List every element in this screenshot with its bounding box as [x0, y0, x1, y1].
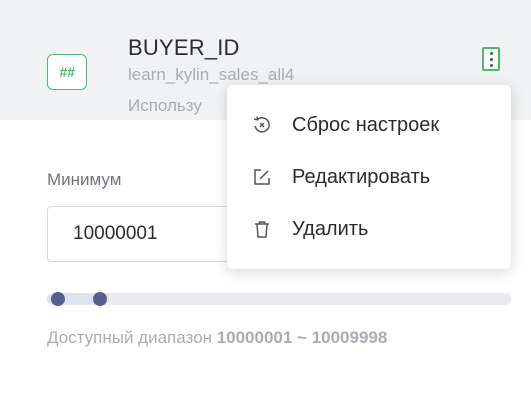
- range-handle-max[interactable]: [93, 292, 107, 306]
- field-name: BUYER_ID: [128, 35, 240, 60]
- trash-icon: [252, 219, 272, 239]
- range-slider-track[interactable]: [47, 292, 511, 306]
- range-handle-min[interactable]: [51, 292, 65, 306]
- field-usage-text: Использу: [128, 96, 202, 115]
- numeric-type-badge: ##: [47, 54, 87, 90]
- more-options-button[interactable]: [482, 47, 500, 71]
- menu-item-label: Редактировать: [292, 165, 431, 188]
- menu-item-reset[interactable]: Сброс настроек: [227, 99, 511, 151]
- edit-icon: [252, 167, 272, 187]
- menu-item-delete[interactable]: Удалить: [227, 203, 511, 255]
- available-range: Доступный диапазон 10000001 ~ 10009998: [47, 325, 467, 351]
- minimum-label: Минимум: [47, 170, 122, 189]
- menu-item-label: Сброс настроек: [292, 113, 440, 136]
- available-range-value: 10000001 ~ 10009998: [216, 328, 388, 347]
- more-dot-icon: [489, 57, 493, 61]
- filter-panel: ## BUYER_ID learn_kylin_sales_all4 Испол…: [0, 0, 531, 397]
- field-source-table: learn_kylin_sales_all4: [128, 65, 295, 84]
- reset-icon: [252, 115, 272, 135]
- menu-item-label: Удалить: [292, 217, 369, 240]
- options-dropdown-menu: Сброс настроек Редактировать Удалить: [227, 85, 511, 269]
- available-range-label: Доступный диапазон: [47, 328, 212, 347]
- more-dot-icon: [489, 63, 493, 67]
- more-dot-icon: [489, 51, 493, 55]
- menu-item-edit[interactable]: Редактировать: [227, 151, 511, 203]
- minimum-input[interactable]: 10000001: [47, 206, 247, 262]
